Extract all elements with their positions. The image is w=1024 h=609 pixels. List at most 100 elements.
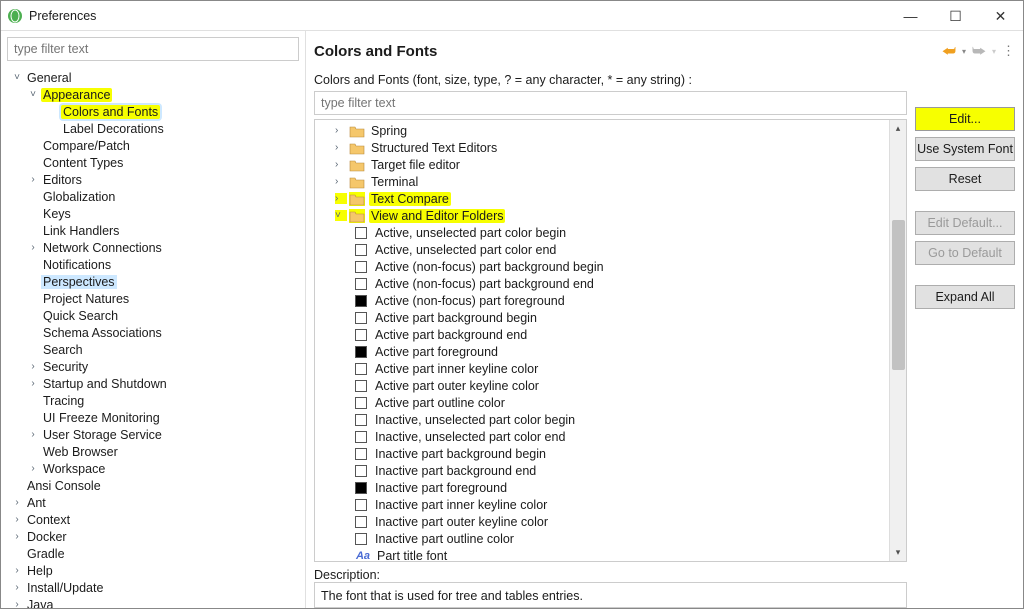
chevron-right-icon[interactable]: › — [335, 176, 347, 187]
go-to-default-button[interactable]: Go to Default — [915, 241, 1015, 265]
nav-item[interactable]: ›Startup and Shutdown — [5, 375, 303, 392]
tree-category[interactable]: ›Structured Text Editors — [315, 139, 889, 156]
tree-scrollbar[interactable]: ▴ ▾ — [889, 120, 906, 561]
chevron-right-icon[interactable]: › — [335, 142, 347, 153]
nav-item[interactable]: Quick Search — [5, 307, 303, 324]
expand-all-button[interactable]: Expand All — [915, 285, 1015, 309]
nav-item[interactable]: ˅Appearance — [5, 86, 303, 103]
nav-item[interactable]: Ansi Console — [5, 477, 303, 494]
color-item[interactable]: Inactive part background begin — [315, 445, 889, 462]
chevron-right-icon[interactable]: › — [27, 174, 39, 185]
scroll-up-icon[interactable]: ▴ — [890, 120, 906, 137]
scroll-down-icon[interactable]: ▾ — [890, 544, 906, 561]
chevron-right-icon[interactable]: › — [27, 378, 39, 389]
color-item[interactable]: Active part outline color — [315, 394, 889, 411]
color-item[interactable]: Active part inner keyline color — [315, 360, 889, 377]
nav-item[interactable]: ›Context — [5, 511, 303, 528]
color-item[interactable]: Active part foreground — [315, 343, 889, 360]
font-item[interactable]: AaPart title font — [315, 547, 889, 561]
forward-icon[interactable]: ⮩ — [972, 43, 986, 60]
nav-item[interactable]: ˅General — [5, 69, 303, 86]
color-item[interactable]: Inactive, unselected part color end — [315, 428, 889, 445]
chevron-down-icon[interactable]: ˅ — [27, 89, 39, 100]
chevron-right-icon[interactable]: › — [27, 429, 39, 440]
colors-fonts-tree[interactable]: ›Spring›Structured Text Editors›Target f… — [315, 120, 889, 561]
back-icon[interactable]: ⮨ — [942, 43, 956, 60]
chevron-down-icon[interactable]: ˅ — [335, 210, 347, 221]
nav-item[interactable]: ›Network Connections — [5, 239, 303, 256]
nav-item[interactable]: Schema Associations — [5, 324, 303, 341]
nav-item[interactable]: Keys — [5, 205, 303, 222]
nav-item[interactable]: Perspectives — [5, 273, 303, 290]
color-item[interactable]: Active, unselected part color begin — [315, 224, 889, 241]
back-dropdown[interactable]: ▾ — [962, 47, 966, 56]
color-item[interactable]: Inactive part foreground — [315, 479, 889, 496]
close-button[interactable]: ✕ — [978, 1, 1023, 31]
nav-item[interactable]: ›Security — [5, 358, 303, 375]
color-item[interactable]: Inactive part outer keyline color — [315, 513, 889, 530]
color-item[interactable]: Active part background begin — [315, 309, 889, 326]
nav-item[interactable]: Label Decorations — [5, 120, 303, 137]
nav-item[interactable]: Globalization — [5, 188, 303, 205]
tree-category[interactable]: ›Spring — [315, 122, 889, 139]
chevron-right-icon[interactable]: › — [27, 463, 39, 474]
chevron-down-icon[interactable]: ˅ — [11, 72, 23, 83]
nav-item[interactable]: Project Natures — [5, 290, 303, 307]
color-item[interactable]: Active (non-focus) part background begin — [315, 258, 889, 275]
nav-item[interactable]: Tracing — [5, 392, 303, 409]
chevron-right-icon[interactable]: › — [11, 565, 23, 576]
nav-item[interactable]: ›Editors — [5, 171, 303, 188]
nav-item[interactable]: Compare/Patch — [5, 137, 303, 154]
colors-fonts-filter-input[interactable] — [314, 91, 907, 115]
chevron-right-icon[interactable]: › — [27, 361, 39, 372]
chevron-right-icon[interactable]: › — [335, 193, 347, 204]
color-item[interactable]: Inactive part outline color — [315, 530, 889, 547]
tree-category[interactable]: ›Terminal — [315, 173, 889, 190]
nav-item[interactable]: Content Types — [5, 154, 303, 171]
color-item[interactable]: Active part background end — [315, 326, 889, 343]
tree-category[interactable]: ˅View and Editor Folders — [315, 207, 889, 224]
color-item[interactable]: Inactive, unselected part color begin — [315, 411, 889, 428]
color-item[interactable]: Active, unselected part color end — [315, 241, 889, 258]
nav-item[interactable]: Link Handlers — [5, 222, 303, 239]
view-menu-icon[interactable]: ⋮ — [1002, 43, 1015, 59]
chevron-right-icon[interactable]: › — [11, 531, 23, 542]
color-item[interactable]: Active part outer keyline color — [315, 377, 889, 394]
nav-item[interactable]: ›Help — [5, 562, 303, 579]
scroll-thumb[interactable] — [892, 220, 905, 370]
nav-filter-input[interactable] — [7, 37, 299, 61]
nav-tree[interactable]: ˅General˅AppearanceColors and FontsLabel… — [1, 67, 305, 608]
edit-button[interactable]: Edit... — [915, 107, 1015, 131]
color-item[interactable]: Inactive part background end — [315, 462, 889, 479]
edit-default-button[interactable]: Edit Default... — [915, 211, 1015, 235]
color-item[interactable]: Active (non-focus) part foreground — [315, 292, 889, 309]
chevron-right-icon[interactable]: › — [11, 599, 23, 608]
chevron-right-icon[interactable]: › — [11, 514, 23, 525]
nav-item[interactable]: ›Install/Update — [5, 579, 303, 596]
nav-item[interactable]: ›Java — [5, 596, 303, 608]
chevron-right-icon[interactable]: › — [335, 125, 347, 136]
nav-item[interactable]: ›User Storage Service — [5, 426, 303, 443]
nav-item[interactable]: UI Freeze Monitoring — [5, 409, 303, 426]
chevron-right-icon[interactable]: › — [11, 497, 23, 508]
minimize-button[interactable]: — — [888, 1, 933, 31]
nav-item[interactable]: ›Workspace — [5, 460, 303, 477]
nav-item[interactable]: Gradle — [5, 545, 303, 562]
chevron-right-icon[interactable]: › — [335, 159, 347, 170]
use-system-font-button[interactable]: Use System Font — [915, 137, 1015, 161]
maximize-button[interactable]: ☐ — [933, 1, 978, 31]
nav-item[interactable]: Search — [5, 341, 303, 358]
forward-dropdown[interactable]: ▾ — [992, 47, 996, 56]
nav-item[interactable]: ›Docker — [5, 528, 303, 545]
reset-button[interactable]: Reset — [915, 167, 1015, 191]
tree-category[interactable]: ›Target file editor — [315, 156, 889, 173]
color-item[interactable]: Inactive part inner keyline color — [315, 496, 889, 513]
nav-item[interactable]: ›Ant — [5, 494, 303, 511]
nav-item[interactable]: Colors and Fonts — [5, 103, 303, 120]
chevron-right-icon[interactable]: › — [27, 242, 39, 253]
color-item[interactable]: Active (non-focus) part background end — [315, 275, 889, 292]
nav-item[interactable]: Notifications — [5, 256, 303, 273]
nav-item[interactable]: Web Browser — [5, 443, 303, 460]
tree-category[interactable]: ›Text Compare — [315, 190, 889, 207]
chevron-right-icon[interactable]: › — [11, 582, 23, 593]
